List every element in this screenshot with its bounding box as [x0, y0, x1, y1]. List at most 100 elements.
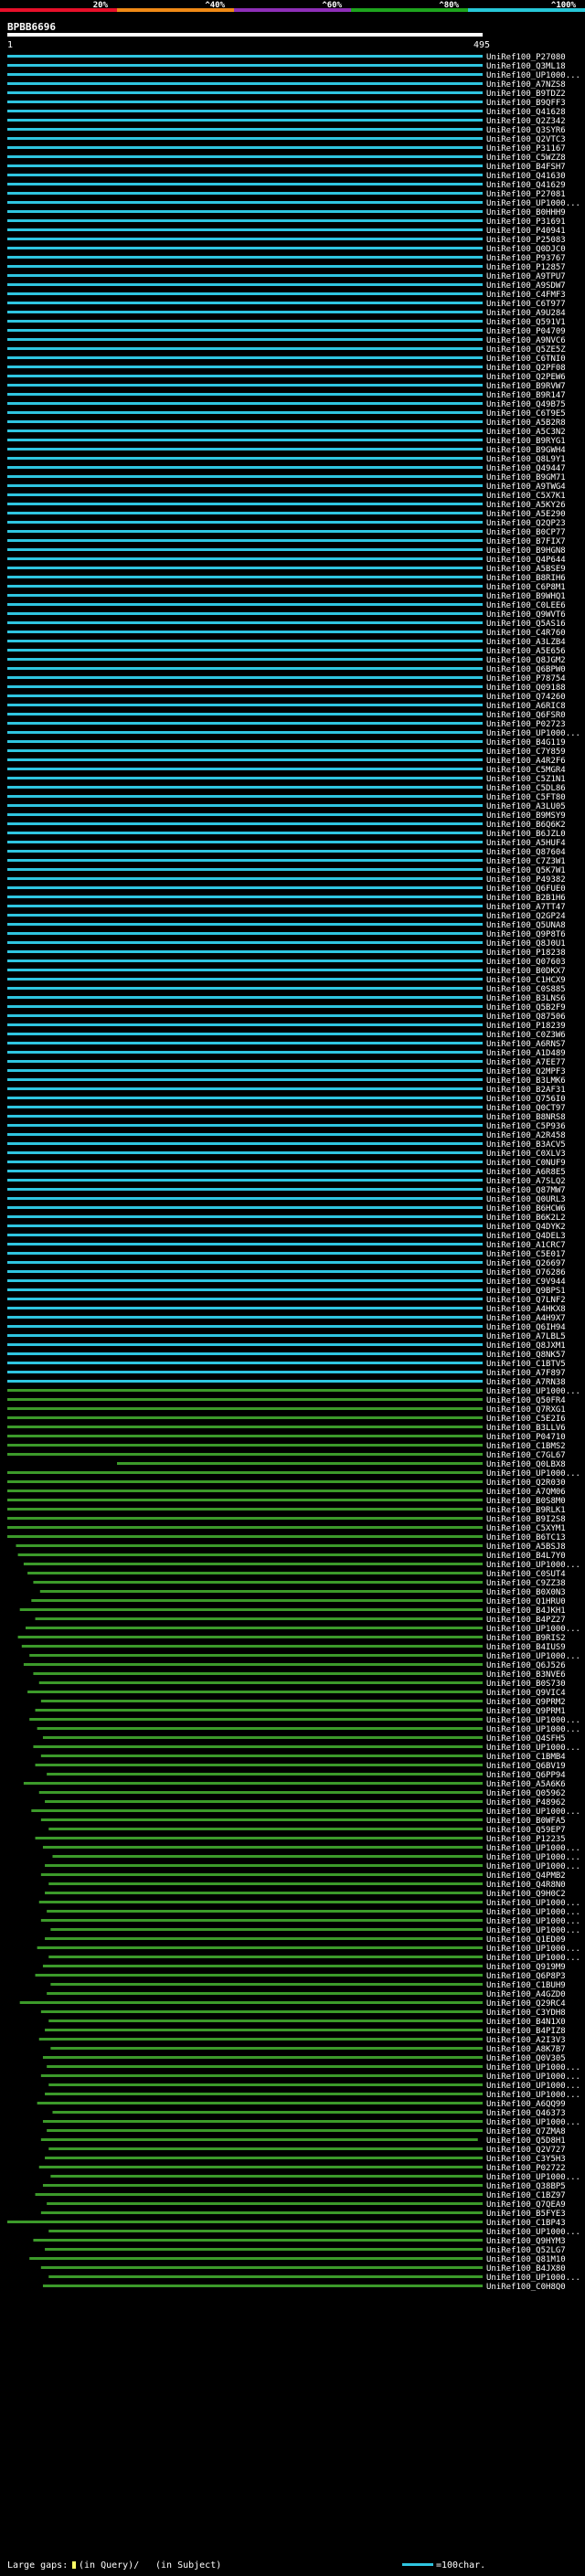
hit-label[interactable]: UniRef100_A6RNS7: [486, 1040, 566, 1049]
hit-label[interactable]: UniRef100_Q2MPF3: [486, 1067, 566, 1076]
hit-label[interactable]: UniRef100_Q52LG7: [486, 2246, 566, 2255]
hit-bar[interactable]: [40, 2211, 484, 2214]
hit-row[interactable]: UniRef100_UP1000...: [33, 1744, 580, 1753]
hit-label[interactable]: UniRef100_B2B1H6: [486, 894, 566, 903]
hit-label[interactable]: UniRef100_A7EE77: [486, 1058, 566, 1067]
hit-bar[interactable]: [7, 1499, 483, 1501]
hit-label[interactable]: UniRef100_B0S8M0: [486, 1497, 566, 1506]
hit-row[interactable]: UniRef100_P25083: [7, 236, 566, 245]
hit-label[interactable]: UniRef100_A9TWG4: [486, 482, 566, 492]
hit-label[interactable]: UniRef100_Q49B75: [486, 400, 566, 409]
hit-bar[interactable]: [7, 969, 483, 971]
hit-bar[interactable]: [45, 2248, 483, 2251]
hit-label[interactable]: UniRef100_Q0LBX8: [486, 1460, 566, 1469]
hit-row[interactable]: UniRef100_A1CRC7: [7, 1241, 566, 1250]
hit-bar[interactable]: [7, 174, 483, 176]
hit-bar[interactable]: [45, 1892, 483, 1894]
hit-row[interactable]: UniRef100_B8NRS8: [7, 1113, 566, 1122]
hit-label[interactable]: UniRef100_UP1000...: [486, 1899, 580, 1908]
hit-row[interactable]: UniRef100_B4G119: [7, 738, 566, 747]
hit-row[interactable]: UniRef100_Q2PF08: [7, 364, 566, 373]
hit-row[interactable]: UniRef100_P48962: [45, 1798, 566, 1807]
hit-label[interactable]: UniRef100_UP1000...: [486, 1954, 580, 1963]
hit-label[interactable]: UniRef100_A5BSJ8: [486, 1542, 566, 1552]
hit-row[interactable]: UniRef100_A6RNS7: [7, 1040, 566, 1049]
hit-row[interactable]: UniRef100_C1BTV5: [7, 1360, 566, 1369]
hit-row[interactable]: UniRef100_Q1ED09: [45, 1935, 566, 1945]
hit-label[interactable]: UniRef100_UP1000...: [486, 1561, 580, 1570]
hit-row[interactable]: UniRef100_C0SUT4: [27, 1570, 566, 1579]
hit-label[interactable]: UniRef100_Q50FR4: [486, 1396, 566, 1405]
hit-label[interactable]: UniRef100_C1BMB4: [486, 1753, 566, 1762]
hit-label[interactable]: UniRef100_Q5K7W1: [486, 866, 566, 875]
hit-label[interactable]: UniRef100_C5FT80: [486, 793, 566, 802]
hit-row[interactable]: UniRef100_Q2PEW6: [7, 373, 566, 382]
hit-label[interactable]: UniRef100_P25083: [486, 236, 566, 245]
hit-label[interactable]: UniRef100_B4G119: [486, 738, 566, 747]
hit-label[interactable]: UniRef100_C7GL67: [486, 1451, 566, 1460]
hit-row[interactable]: UniRef100_C5MGR4: [7, 766, 566, 775]
hit-label[interactable]: UniRef100_C1BMS2: [486, 1442, 566, 1451]
hit-row[interactable]: UniRef100_P02723: [7, 720, 566, 729]
hit-bar[interactable]: [7, 1352, 483, 1355]
hit-label[interactable]: UniRef100_Q9HYM3: [486, 2237, 566, 2246]
hit-row[interactable]: UniRef100_A9NVC6: [7, 336, 566, 345]
hit-bar[interactable]: [7, 557, 483, 560]
hit-bar[interactable]: [7, 137, 483, 140]
hit-label[interactable]: UniRef100_P48962: [486, 1798, 566, 1807]
hit-row[interactable]: UniRef100_A9TWG4: [7, 482, 566, 492]
hit-row[interactable]: UniRef100_B6HCW6: [7, 1204, 566, 1214]
hit-bar[interactable]: [48, 1956, 484, 1958]
hit-label[interactable]: UniRef100_Q9WVT6: [486, 610, 566, 620]
hit-label[interactable]: UniRef100_UP1000...: [486, 2274, 580, 2283]
hit-row[interactable]: UniRef100_B9QFF3: [7, 99, 566, 108]
hit-bar[interactable]: [7, 1097, 483, 1099]
hit-label[interactable]: UniRef100_C5X7K1: [486, 492, 566, 501]
hit-label[interactable]: UniRef100_Q41630: [486, 172, 566, 181]
hit-row[interactable]: UniRef100_UP1000...: [29, 1716, 580, 1725]
hit-row[interactable]: UniRef100_B9R147: [7, 391, 566, 400]
hit-row[interactable]: UniRef100_C5FT80: [7, 793, 566, 802]
hit-row[interactable]: UniRef100_A7LBL5: [7, 1332, 566, 1341]
hit-bar[interactable]: [7, 859, 483, 862]
hit-label[interactable]: UniRef100_UP1000...: [486, 1807, 580, 1817]
hit-bar[interactable]: [7, 1517, 483, 1520]
hit-row[interactable]: UniRef100_UP1000...: [48, 2274, 580, 2283]
hit-label[interactable]: UniRef100_A5A6K6: [486, 1780, 566, 1789]
hit-bar[interactable]: [7, 1042, 483, 1044]
hit-label[interactable]: UniRef100_UP1000...: [486, 1652, 580, 1661]
hit-bar[interactable]: [7, 101, 483, 103]
hit-bar[interactable]: [48, 1882, 484, 1885]
hit-row[interactable]: UniRef100_Q07603: [7, 958, 566, 967]
hit-label[interactable]: UniRef100_P04709: [486, 327, 566, 336]
hit-label[interactable]: UniRef100_C6T9E5: [486, 409, 566, 419]
hit-bar[interactable]: [7, 338, 483, 341]
hit-row[interactable]: UniRef100_P18239: [7, 1022, 566, 1031]
hit-bar[interactable]: [45, 2029, 483, 2031]
hit-row[interactable]: UniRef100_Q4DYK2: [7, 1223, 566, 1232]
hit-row[interactable]: UniRef100_P04709: [7, 327, 566, 336]
hit-row[interactable]: UniRef100_Q59EP7: [48, 1826, 566, 1835]
hit-bar[interactable]: [7, 749, 483, 752]
hit-label[interactable]: UniRef100_P12235: [486, 1835, 566, 1844]
hit-bar[interactable]: [48, 2147, 484, 2150]
hit-row[interactable]: UniRef100_P31691: [7, 217, 566, 227]
hit-row[interactable]: UniRef100_Q5K7W1: [7, 866, 566, 875]
hit-label[interactable]: UniRef100_Q6FUE0: [486, 885, 566, 894]
hit-row[interactable]: UniRef100_Q6P8P3: [35, 1972, 566, 1981]
hit-label[interactable]: UniRef100_A4GZD0: [486, 1990, 566, 1999]
hit-bar[interactable]: [35, 1764, 484, 1766]
hit-row[interactable]: UniRef100_Q8JXM1: [7, 1341, 566, 1351]
hit-row[interactable]: UniRef100_B9WHQ1: [7, 592, 566, 601]
hit-label[interactable]: UniRef100_UP1000...: [486, 1945, 580, 1954]
hit-label[interactable]: UniRef100_Q41628: [486, 108, 566, 117]
hit-row[interactable]: UniRef100_A7F897: [7, 1369, 566, 1378]
hit-bar[interactable]: [7, 758, 483, 761]
hit-row[interactable]: UniRef100_Q50FR4: [7, 1396, 566, 1405]
hit-label[interactable]: UniRef100_Q1ED09: [486, 1935, 566, 1945]
hit-row[interactable]: UniRef100_A4H9X7: [7, 1314, 566, 1323]
hit-row[interactable]: UniRef100_Q49B75: [7, 400, 566, 409]
hit-label[interactable]: UniRef100_B3LNS6: [486, 994, 566, 1003]
hit-row[interactable]: UniRef100_C3YDH8: [40, 2009, 566, 2018]
hit-row[interactable]: UniRef100_Q9H0C2: [45, 1890, 566, 1899]
